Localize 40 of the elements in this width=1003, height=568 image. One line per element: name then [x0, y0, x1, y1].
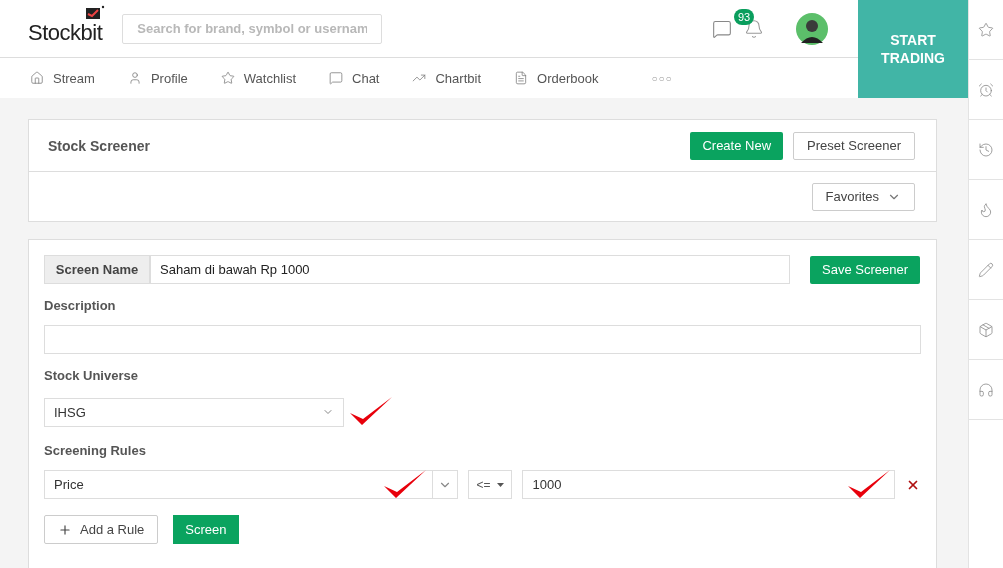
rule-field-select[interactable]: Price — [44, 470, 458, 499]
user-icon — [127, 71, 142, 85]
operator-select[interactable]: <= — [467, 470, 513, 499]
nav-item[interactable]: Chat — [329, 70, 380, 86]
nav-item[interactable]: Profile — [127, 70, 188, 86]
caret-down-icon — [496, 482, 504, 487]
search-field[interactable]: Search for brand, symbol or usernam — [122, 13, 383, 44]
document-icon — [514, 71, 528, 85]
sidebar-icon[interactable] — [978, 261, 994, 278]
notification-badge: 93 — [734, 8, 755, 25]
home-icon — [30, 71, 44, 85]
add-rule-button[interactable]: Add a Rule — [44, 515, 159, 544]
logo-mark-icon — [84, 3, 107, 20]
card-title: Stock Screener — [48, 137, 150, 154]
plus-icon — [58, 522, 72, 537]
sidebar-icon[interactable] — [978, 321, 994, 338]
nav-item[interactable]: Chartbit — [412, 70, 481, 86]
sidebar-icon[interactable] — [978, 21, 994, 38]
universe-select[interactable]: IHSG — [44, 397, 344, 427]
sidebar-icon[interactable] — [978, 81, 994, 98]
nav-item[interactable]: Orderbook — [514, 70, 599, 86]
logo[interactable]: Stockbit — [28, 19, 103, 46]
avatar[interactable] — [796, 12, 828, 45]
chat-icon — [329, 71, 343, 85]
field-label: Description — [44, 298, 117, 313]
chat-icon[interactable] — [712, 18, 732, 39]
nav-item[interactable]: Stream — [30, 70, 95, 86]
field-label: Screening Rules — [44, 443, 147, 458]
sidebar-icon[interactable] — [978, 381, 994, 398]
preset-screener-button[interactable]: Preset Screener — [793, 131, 915, 160]
screen-name-label: Screen Name — [44, 255, 150, 284]
field-label: Stock Universe — [44, 368, 139, 383]
sidebar-icon[interactable] — [978, 141, 994, 158]
sidebar-icon[interactable] — [978, 201, 994, 218]
rule-value-field[interactable]: 1000 — [522, 470, 896, 499]
favorites-dropdown[interactable]: Favorites — [811, 182, 915, 211]
star-icon — [220, 71, 235, 85]
description-field[interactable] — [44, 325, 921, 354]
screen-name-field[interactable]: Saham di bawah Rp 1000 — [150, 255, 790, 284]
nav-item[interactable]: Watchlist — [220, 70, 296, 86]
